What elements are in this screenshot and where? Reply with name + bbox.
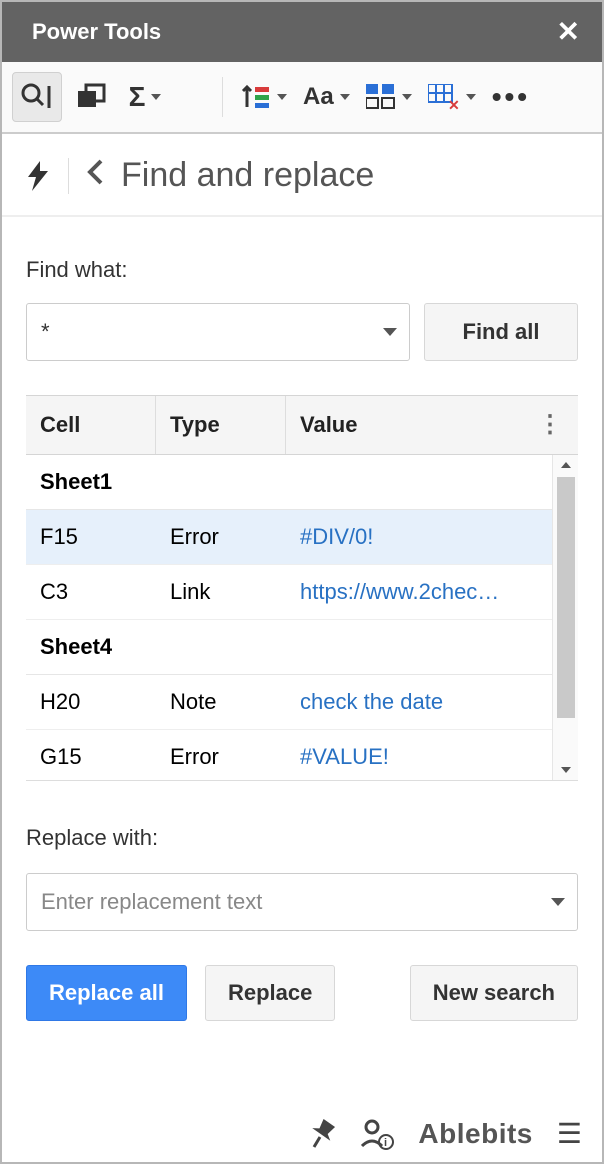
cell-type: Error — [156, 510, 286, 564]
cell-type: Error — [156, 730, 286, 781]
tool-sort-icon[interactable] — [235, 72, 293, 122]
cell-ref: H20 — [26, 675, 156, 729]
chevron-down-icon — [402, 94, 412, 100]
tool-sheets-icon[interactable]: ✕ — [422, 72, 482, 122]
window-title: Power Tools — [32, 19, 161, 45]
kebab-icon[interactable]: ⋮ — [538, 410, 562, 439]
tool-text-icon[interactable]: Aa — [297, 72, 356, 122]
col-value[interactable]: Value — [286, 396, 578, 454]
back-icon[interactable] — [87, 159, 103, 193]
scroll-down-icon[interactable] — [553, 760, 578, 780]
separator — [68, 158, 69, 194]
pin-icon[interactable] — [310, 1119, 336, 1149]
chevron-down-icon — [466, 94, 476, 100]
scrollbar[interactable] — [552, 455, 578, 780]
col-type[interactable]: Type — [156, 396, 286, 454]
toolbar-separator — [222, 77, 223, 117]
results-header: Cell Type Value ⋮ — [26, 396, 578, 455]
cell-ref: G15 — [26, 730, 156, 781]
hamburger-icon[interactable]: ☰ — [557, 1117, 582, 1150]
find-label: Find what: — [26, 257, 578, 283]
svg-text:✕: ✕ — [448, 97, 460, 110]
group-row[interactable]: Sheet4 — [26, 620, 552, 675]
find-input[interactable]: * — [26, 303, 410, 361]
table-row[interactable]: F15Error#DIV/0! — [26, 510, 552, 565]
chevron-down-icon[interactable] — [383, 328, 397, 336]
cell-type: Note — [156, 675, 286, 729]
bolt-icon[interactable] — [28, 161, 50, 191]
chevron-down-icon — [277, 94, 287, 100]
chevron-down-icon — [340, 94, 350, 100]
chevron-down-icon — [151, 94, 161, 100]
brand-label: Ablebits — [418, 1118, 532, 1150]
tool-more-icon[interactable]: ••• — [486, 72, 536, 122]
svg-text:i: i — [384, 1137, 387, 1149]
replace-label: Replace with: — [26, 825, 578, 851]
results-table: Cell Type Value ⋮ Sheet1F15Error#DIV/0!C… — [26, 395, 578, 781]
tool-search-icon[interactable] — [12, 72, 62, 122]
tool-sum-icon[interactable]: Σ — [120, 72, 170, 122]
close-icon[interactable]: ✕ — [557, 18, 580, 46]
replace-button[interactable]: Replace — [205, 965, 335, 1021]
replace-placeholder: Enter replacement text — [41, 889, 262, 915]
person-info-icon[interactable]: i — [360, 1118, 394, 1150]
toolbar: Σ Aa ✕ — [2, 62, 602, 134]
replace-all-button[interactable]: Replace all — [26, 965, 187, 1021]
cell-value: https://www.2chec… — [286, 565, 552, 619]
table-row[interactable]: H20Notecheck the date — [26, 675, 552, 730]
find-all-button[interactable]: Find all — [424, 303, 578, 361]
col-cell[interactable]: Cell — [26, 396, 156, 454]
cell-ref: F15 — [26, 510, 156, 564]
cell-value: #DIV/0! — [286, 510, 552, 564]
page-title: Find and replace — [121, 156, 374, 195]
group-row[interactable]: Sheet1 — [26, 455, 552, 510]
cell-value: check the date — [286, 675, 552, 729]
cell-value: #VALUE! — [286, 730, 552, 781]
table-row[interactable]: G15Error#VALUE! — [26, 730, 552, 781]
chevron-down-icon[interactable] — [551, 898, 565, 906]
scroll-thumb[interactable] — [557, 477, 575, 718]
scroll-up-icon[interactable] — [553, 455, 578, 475]
cell-ref: C3 — [26, 565, 156, 619]
find-input-value: * — [41, 319, 50, 345]
table-row[interactable]: C3Linkhttps://www.2chec… — [26, 565, 552, 620]
new-search-button[interactable]: New search — [410, 965, 578, 1021]
tool-split-icon[interactable] — [360, 72, 418, 122]
replace-input[interactable]: Enter replacement text — [26, 873, 578, 931]
cell-type: Link — [156, 565, 286, 619]
tool-dedupe-icon[interactable] — [66, 72, 116, 122]
